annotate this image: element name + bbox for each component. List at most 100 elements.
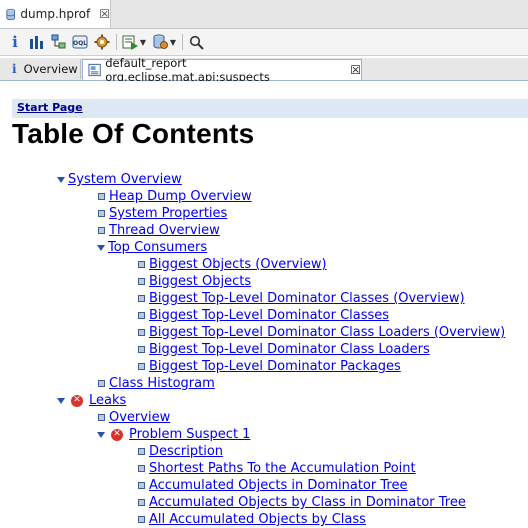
toc-item: Class Histogram xyxy=(97,375,215,392)
toc-item: All Accumulated Objects by Class xyxy=(137,511,366,528)
report-content: Start Page Table Of Contents System Over… xyxy=(0,81,528,528)
chevron-down-icon[interactable]: ▼ xyxy=(140,38,146,47)
expand-triangle-icon[interactable] xyxy=(57,176,65,183)
expand-triangle-icon[interactable] xyxy=(97,431,105,438)
bullet-square-icon xyxy=(98,210,105,217)
dominator-tree-button[interactable] xyxy=(50,32,68,52)
histogram-icon xyxy=(29,36,43,49)
toc-link[interactable]: Thread Overview xyxy=(109,223,220,238)
close-icon[interactable]: ☒ xyxy=(350,63,361,77)
run-report-button[interactable]: ▼ xyxy=(121,32,147,52)
toc-link[interactable]: Biggest Top-Level Dominator Classes xyxy=(149,308,389,323)
toolbar-separator xyxy=(182,34,183,50)
bullet-square-icon xyxy=(138,448,145,455)
bullet-square-icon xyxy=(138,346,145,353)
oql-icon: OQL xyxy=(72,35,88,49)
bullet-square-icon xyxy=(98,227,105,234)
toc-item: Biggest Top-Level Dominator Classes (Ove… xyxy=(137,290,465,307)
toc-link[interactable]: Class Histogram xyxy=(109,376,215,391)
toc-item: Thread Overview xyxy=(97,222,220,239)
dominator-tree-icon xyxy=(51,34,66,49)
bullet-square-icon xyxy=(98,380,105,387)
start-page-link[interactable]: Start Page xyxy=(17,101,83,114)
editor-tab-label: dump.hprof xyxy=(20,7,91,21)
close-icon[interactable]: ☒ xyxy=(99,7,110,21)
toc-link[interactable]: Biggest Top-Level Dominator Class Loader… xyxy=(149,342,430,357)
toc-link[interactable]: Accumulated Objects in Dominator Tree xyxy=(149,478,407,493)
toc-item: Biggest Top-Level Dominator Class Loader… xyxy=(137,341,430,358)
expand-triangle-icon[interactable] xyxy=(57,397,65,404)
toc-link[interactable]: Biggest Top-Level Dominator Class Loader… xyxy=(149,325,505,340)
bullet-square-icon xyxy=(138,465,145,472)
bullet-square-icon xyxy=(138,329,145,336)
oql-button[interactable]: OQL xyxy=(71,32,89,52)
toc-link[interactable]: Problem Suspect 1 xyxy=(129,427,250,442)
report-icon xyxy=(88,63,101,77)
toc-item: Accumulated Objects by Class in Dominato… xyxy=(137,494,466,511)
info-icon: i xyxy=(12,33,18,51)
toc-item: Description xyxy=(137,443,223,460)
toc-link[interactable]: Biggest Top-Level Dominator Classes (Ove… xyxy=(149,291,465,306)
toolbar: i OQL ▼ ▼ xyxy=(0,29,528,56)
toc-item: Shortest Paths To the Accumulation Point xyxy=(137,460,416,477)
toc-item: Overview xyxy=(97,409,170,426)
breadcrumb: Start Page xyxy=(12,99,528,118)
error-icon: ✕ xyxy=(71,394,83,407)
run-report-icon xyxy=(122,35,138,50)
info-icon: i xyxy=(12,62,17,76)
toc-link[interactable]: System Overview xyxy=(68,172,182,187)
expand-triangle-icon[interactable] xyxy=(97,244,105,251)
toc-item: ✕ Problem Suspect 1 xyxy=(97,426,250,443)
search-button[interactable] xyxy=(187,32,205,52)
chevron-down-icon[interactable]: ▼ xyxy=(170,38,176,47)
search-icon xyxy=(189,35,204,50)
bullet-square-icon xyxy=(138,363,145,370)
toc-item: Biggest Objects xyxy=(137,273,251,290)
toc-item: Accumulated Objects in Dominator Tree xyxy=(137,477,407,494)
toc-link[interactable]: Heap Dump Overview xyxy=(109,189,252,204)
toc-link[interactable]: Accumulated Objects by Class in Dominato… xyxy=(149,495,466,510)
bullet-square-icon xyxy=(138,261,145,268)
bullet-square-icon xyxy=(98,193,105,200)
toc-link[interactable]: Leaks xyxy=(89,393,126,408)
toc-link[interactable]: Top Consumers xyxy=(108,240,207,255)
thread-gear-icon xyxy=(94,34,110,50)
bullet-square-icon xyxy=(98,414,105,421)
editor-tab-bar: dump.hprof ☒ xyxy=(0,0,528,29)
histogram-button[interactable] xyxy=(27,32,45,52)
page-title: Table Of Contents xyxy=(12,118,255,149)
toc-link[interactable]: All Accumulated Objects by Class xyxy=(149,512,366,527)
tab-overview[interactable]: i Overview xyxy=(6,59,81,79)
toolbar-separator xyxy=(116,34,117,50)
toc-item: Biggest Objects (Overview) xyxy=(137,256,327,273)
query-browser-icon xyxy=(153,34,168,49)
error-icon: ✕ xyxy=(111,428,123,441)
toc-link[interactable]: Biggest Objects (Overview) xyxy=(149,257,327,272)
editor-tab-dump-hprof[interactable]: dump.hprof ☒ xyxy=(0,0,111,28)
toc-link[interactable]: Biggest Objects xyxy=(149,274,251,289)
thread-overview-button[interactable] xyxy=(93,32,111,52)
bullet-square-icon xyxy=(138,516,145,523)
toc-link[interactable]: Overview xyxy=(109,410,170,425)
bullet-square-icon xyxy=(138,499,145,506)
bullet-square-icon xyxy=(138,482,145,489)
toc-link[interactable]: Shortest Paths To the Accumulation Point xyxy=(149,461,416,476)
toc-item: Biggest Top-Level Dominator Class Loader… xyxy=(137,324,505,341)
query-browser-button[interactable]: ▼ xyxy=(150,32,178,52)
bullet-square-icon xyxy=(138,295,145,302)
heap-dump-icon xyxy=(6,8,16,20)
toc-item: Biggest Top-Level Dominator Classes xyxy=(137,307,389,324)
info-button[interactable]: i xyxy=(8,32,22,52)
toc-item: System Properties xyxy=(97,205,227,222)
toc-link[interactable]: Biggest Top-Level Dominator Packages xyxy=(149,359,401,374)
toc-link[interactable]: System Properties xyxy=(109,206,227,221)
toc-link[interactable]: Description xyxy=(149,444,223,459)
toc-item: Biggest Top-Level Dominator Packages xyxy=(137,358,401,375)
tab-report-label: default_report org.eclipse.mat.api:suspe… xyxy=(105,56,270,84)
svg-text:OQL: OQL xyxy=(73,40,87,47)
bullet-square-icon xyxy=(138,312,145,319)
toc-item: System Overview xyxy=(57,171,182,188)
tab-default-report[interactable]: default_report org.eclipse.mat.api:suspe… xyxy=(82,56,362,84)
toc-item: ✕ Leaks xyxy=(57,392,126,409)
report-tab-bar: i Overview default_report org.eclipse.ma… xyxy=(0,56,528,84)
